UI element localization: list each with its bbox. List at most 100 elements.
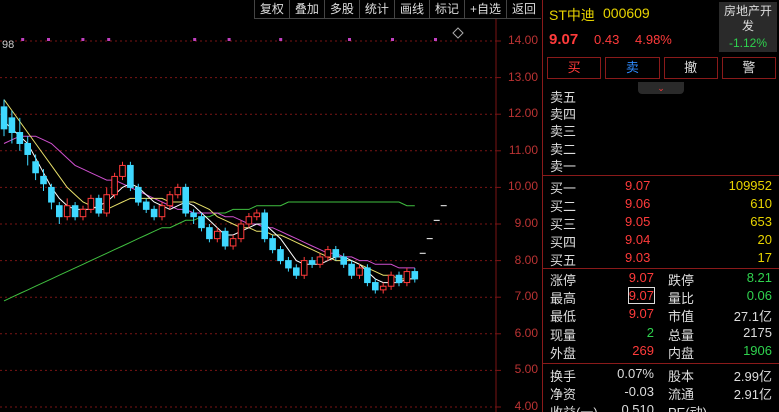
candle-body xyxy=(63,205,71,218)
draw-line-button[interactable]: 画线 xyxy=(393,0,429,19)
stat-value: 0.06 xyxy=(746,288,772,304)
book-level-label: 卖五 xyxy=(550,90,577,105)
candle-body xyxy=(229,238,237,247)
ask-row[interactable]: 卖五 xyxy=(543,87,779,105)
stat-row: 现量 2 总量 2175 xyxy=(543,325,779,343)
price-change-percent: 4.98% xyxy=(635,32,672,47)
stat-value: 9.07 xyxy=(628,270,654,285)
candle-body xyxy=(253,212,261,218)
book-level-label: 买一 xyxy=(550,181,577,196)
bid-row[interactable]: 买四 9.04 20 xyxy=(543,232,779,250)
bid-row[interactable]: 买一 9.07 109952 xyxy=(543,178,779,196)
last-price: 9.07 xyxy=(549,31,579,48)
overlay-button[interactable]: 叠加 xyxy=(288,0,324,19)
price-axis-tick: 13.00 xyxy=(507,69,538,84)
candle-body xyxy=(103,194,111,214)
sector-change-percent: -1.12% xyxy=(728,36,768,50)
candle-body xyxy=(245,216,253,225)
candle-body xyxy=(206,227,213,240)
add-watchlist-button[interactable]: +自选 xyxy=(463,0,506,19)
ask-row[interactable]: 卖二 xyxy=(543,139,779,157)
book-level-label: 卖三 xyxy=(550,124,577,140)
ask-row[interactable]: 卖一 xyxy=(543,156,779,174)
stat-label: 净资 xyxy=(550,387,577,403)
sector-name: 房地产开发 xyxy=(723,4,772,33)
candle-body xyxy=(356,267,363,276)
statistics-button[interactable]: 统计 xyxy=(358,0,394,19)
alert-button[interactable]: 警 xyxy=(721,57,776,79)
price-change: 0.43 xyxy=(594,32,620,47)
candle-body xyxy=(364,267,371,284)
stat-label: PE(动) xyxy=(668,402,707,412)
candle-body xyxy=(135,186,142,203)
book-level-label: 卖二 xyxy=(550,141,577,157)
stat-value: 1906 xyxy=(743,342,772,358)
stat-row: 换手 0.07% 股本 2.99亿 xyxy=(543,366,779,384)
event-marker-icon xyxy=(227,38,231,41)
buy-button[interactable]: 买 xyxy=(547,57,602,79)
candle-body xyxy=(40,175,47,185)
ask-row[interactable]: 卖四 xyxy=(543,104,779,122)
candle-body xyxy=(0,106,8,130)
sector-button[interactable]: 房地产开发 -1.12% xyxy=(719,2,777,52)
stat-value: 2175 xyxy=(743,324,772,340)
ask-row[interactable]: 卖三 xyxy=(543,121,779,140)
divider xyxy=(543,175,779,176)
stat-label: 外盘 xyxy=(550,345,577,361)
event-marker-icon xyxy=(391,38,394,41)
stock-name: ST中迪 xyxy=(549,7,595,23)
stat-label: 跌停 xyxy=(668,273,695,288)
price-axis-tick: 9.00 xyxy=(514,216,538,230)
candle-body xyxy=(48,186,55,203)
candle-body xyxy=(348,263,355,276)
book-price: 9.06 xyxy=(625,196,651,211)
candle-body xyxy=(277,249,284,262)
candle-body xyxy=(95,197,103,214)
bid-row[interactable]: 买二 9.06 610 xyxy=(543,196,779,214)
restore-rights-button[interactable]: 复权 xyxy=(253,0,289,19)
candle-body xyxy=(71,205,79,218)
sell-button[interactable]: 卖 xyxy=(605,57,660,79)
kline-chart[interactable] xyxy=(0,19,541,412)
book-price: 9.05 xyxy=(625,214,651,229)
candle-body xyxy=(324,249,332,258)
mark-button[interactable]: 标记 xyxy=(428,0,464,19)
candle-body xyxy=(87,197,95,210)
bid-row[interactable]: 买五 9.03 17 xyxy=(543,250,779,268)
candle-body xyxy=(174,186,182,196)
stat-label: 流通 xyxy=(668,387,695,403)
event-marker-icon xyxy=(279,38,283,41)
bid-row[interactable]: 买三 9.05 653 xyxy=(543,214,779,232)
stat-value: 8.21 xyxy=(746,270,772,285)
price-axis-tick: 5.00 xyxy=(514,362,538,377)
stat-row: 净资 -0.03 流通 2.91亿 xyxy=(543,384,779,402)
multi-stock-button[interactable]: 多股 xyxy=(323,0,359,19)
diamond-icon xyxy=(452,27,464,39)
candle-body xyxy=(308,260,316,265)
candle-body xyxy=(111,175,118,196)
candle-body xyxy=(56,205,63,218)
kline-chart-panel[interactable]: 复权 叠加 多股 统计 画线 标记 +自选 返回 14.00 13.00 12.00 11.00 10… xyxy=(0,0,541,412)
candle-body xyxy=(182,186,189,214)
stat-label: 最低 xyxy=(550,309,577,325)
candle-body xyxy=(372,282,379,291)
candle-body xyxy=(340,256,347,265)
candle-body xyxy=(16,132,24,144)
book-volume: 653 xyxy=(750,214,772,229)
event-marker-icon xyxy=(47,38,50,41)
book-level-label: 买四 xyxy=(550,235,577,250)
cancel-order-button[interactable]: 撤 xyxy=(663,57,718,79)
stat-value: 9.07 xyxy=(627,287,656,305)
stat-label: 量比 xyxy=(668,291,695,307)
stat-value: 2.91亿 xyxy=(733,387,772,403)
back-button[interactable]: 返回 xyxy=(505,0,541,19)
candle-body xyxy=(403,271,411,284)
stat-row: 最高 9.07 量比 0.06 xyxy=(543,287,779,307)
book-price: 9.04 xyxy=(625,232,651,247)
event-marker-icon xyxy=(193,38,197,41)
stat-value: 2 xyxy=(646,324,654,340)
event-marker-icon xyxy=(81,38,85,41)
stat-label: 收益(一) xyxy=(550,402,598,412)
stock-code: 000609 xyxy=(603,5,650,21)
stat-label: 市值 xyxy=(668,309,695,325)
